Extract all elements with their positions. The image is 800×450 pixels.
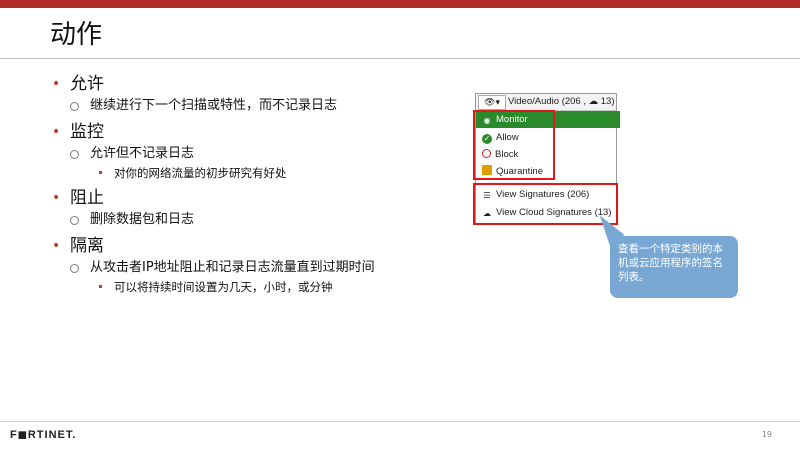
bullet-label: 隔离 — [70, 236, 104, 256]
eye-icon: 👁 — [484, 97, 496, 107]
sub-bullet-text: 允许但不记录日志 — [90, 146, 195, 161]
sub-sub-bullet: 对你的网络流量的初步研究有好处 — [52, 164, 472, 182]
bullet-monitor: • 监控 — [52, 120, 472, 144]
highlight-box-actions — [473, 110, 555, 180]
sub-bullet: 允许但不记录日志 — [52, 144, 472, 164]
bullet-dot-icon: • — [52, 124, 61, 140]
bullet-label: 阻止 — [70, 188, 104, 208]
bullet-label: 监控 — [70, 122, 104, 142]
sub-bullet: 删除数据包和日志 — [52, 210, 472, 230]
fortinet-logo: F◼RTINET. — [10, 429, 77, 441]
sub-bullet-text: 从攻击者IP地址阻止和记录日志流量直到过期时间 — [90, 260, 375, 275]
bullet-list: • 允许 继续进行下一个扫描或特性，而不记录日志 • 监控 允许但不记录日志 对你的… — [52, 68, 472, 296]
panel-header: 👁▾ Video/Audio (206 , ☁ 13) — [476, 94, 616, 111]
ring-bullet-icon — [70, 216, 79, 225]
bullet-dot-icon: • — [52, 190, 61, 206]
top-accent-bar — [0, 0, 800, 8]
bullet-block: • 阻止 — [52, 186, 472, 210]
sub-sub-bullet-text: 可以将持续时间设置为几天，小时，或分钟 — [114, 280, 333, 294]
sub-bullet: 从攻击者IP地址阻止和记录日志流量直到过期时间 — [52, 258, 472, 278]
callout-box: 查看一个特定类别的本机或云应用程序的签名列表。 — [610, 236, 738, 298]
sub-sub-bullet-text: 对你的网络流量的初步研究有好处 — [114, 166, 287, 180]
bullet-dot-icon: • — [52, 238, 61, 254]
category-label: Video/Audio (206 , ☁ 13) — [508, 96, 615, 107]
square-bullet-icon — [99, 285, 102, 288]
callout-text: 查看一个特定类别的本机或云应用程序的签名列表。 — [618, 243, 723, 283]
bullet-allow: • 允许 — [52, 72, 472, 96]
sub-bullet-text: 删除数据包和日志 — [90, 212, 195, 227]
bullet-dot-icon: • — [52, 76, 61, 92]
bullet-quarantine: • 隔离 — [52, 234, 472, 258]
bullet-label: 允许 — [70, 74, 104, 94]
ring-bullet-icon — [70, 264, 79, 273]
sub-bullet: 继续进行下一个扫描或特性，而不记录日志 — [52, 96, 472, 116]
sub-bullet-text: 继续进行下一个扫描或特性，而不记录日志 — [90, 98, 338, 113]
square-bullet-icon — [99, 171, 102, 174]
slide-title: 动作 — [50, 20, 103, 50]
caret-down-icon: ▾ — [495, 97, 500, 107]
title-divider — [0, 58, 800, 59]
footer-divider — [0, 421, 800, 422]
ring-bullet-icon — [70, 102, 79, 111]
sub-sub-bullet: 可以将持续时间设置为几天，小时，或分钟 — [52, 278, 472, 296]
ring-bullet-icon — [70, 150, 79, 159]
page-number: 19 — [761, 430, 772, 439]
action-dropdown-button[interactable]: 👁▾ — [478, 95, 506, 110]
